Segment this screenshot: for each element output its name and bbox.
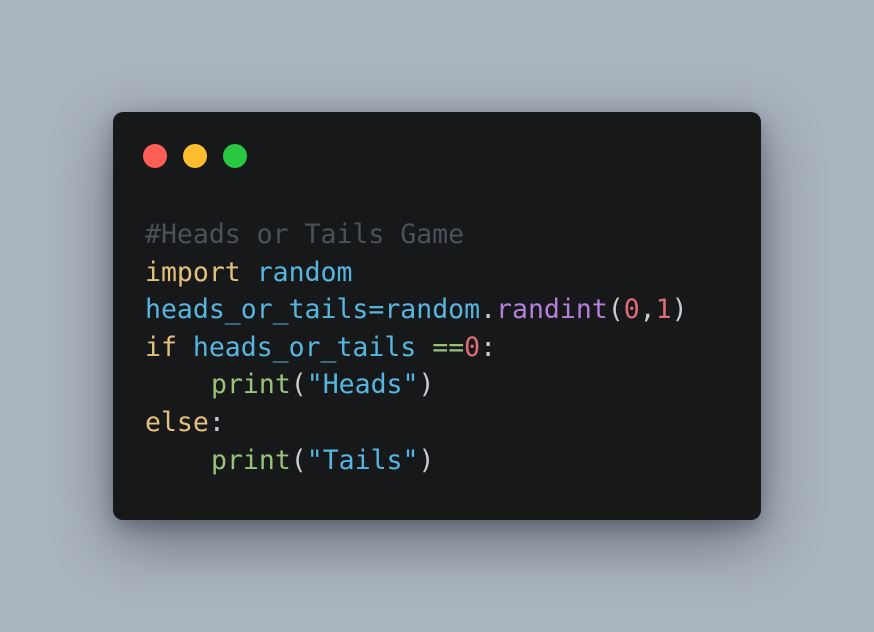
code-token-keyword: import bbox=[145, 256, 241, 288]
code-token-punctuation: ( bbox=[290, 444, 307, 476]
code-line: else: bbox=[145, 404, 688, 442]
code-token-punctuation: ) bbox=[418, 444, 435, 476]
code-token-punctuation: , bbox=[639, 294, 656, 326]
code-token-punctuation: ( bbox=[290, 369, 307, 401]
code-token-keyword: else bbox=[145, 406, 209, 438]
code-window: #Heads or Tails Game import random heads_o… bbox=[113, 112, 761, 520]
code-token-identifier: = bbox=[368, 294, 385, 326]
code-line: print("Heads") bbox=[145, 366, 688, 404]
code-token-number: 0 bbox=[464, 331, 481, 363]
code-token-identifier: random bbox=[384, 294, 481, 326]
code-token-punctuation bbox=[416, 332, 432, 363]
code-token-builtin: print bbox=[211, 369, 291, 401]
code-token-punctuation: : bbox=[480, 331, 497, 363]
window-controls bbox=[143, 144, 247, 168]
code-token-identifier: heads_or_tails bbox=[145, 294, 369, 326]
code-token-punctuation: . bbox=[480, 294, 497, 326]
code-token-builtin: print bbox=[211, 444, 291, 476]
code-token-comment: #Heads or Tails Game bbox=[145, 219, 465, 250]
code-line: print("Tails") bbox=[145, 442, 688, 480]
code-token-keyword: if bbox=[145, 331, 177, 363]
zoom-icon[interactable] bbox=[223, 144, 247, 168]
code-token-punctuation bbox=[241, 257, 257, 288]
code-line: import random bbox=[145, 254, 688, 292]
code-token-number: 1 bbox=[655, 294, 672, 326]
code-line: #Heads or Tails Game bbox=[145, 216, 688, 254]
code-token-identifier: heads_or_tails bbox=[192, 331, 417, 363]
code-token-function: randint bbox=[496, 294, 608, 326]
close-icon[interactable] bbox=[143, 144, 167, 168]
code-token-operator: == bbox=[432, 331, 465, 363]
code-line: heads_or_tails=random.randint(0,1) bbox=[145, 291, 688, 329]
code-token-punctuation: ( bbox=[607, 294, 624, 326]
code-token-number: 0 bbox=[623, 294, 640, 326]
code-token-punctuation: : bbox=[208, 406, 225, 438]
code-block: #Heads or Tails Game import random heads_o… bbox=[145, 216, 688, 479]
code-token-punctuation: ) bbox=[418, 369, 435, 401]
code-token-string: "Heads" bbox=[306, 369, 419, 401]
minimize-icon[interactable] bbox=[183, 144, 207, 168]
code-token-identifier: random bbox=[256, 256, 353, 288]
code-token-punctuation: ) bbox=[671, 294, 688, 326]
code-line: if heads_or_tails ==0: bbox=[145, 329, 688, 367]
code-token-string: "Tails" bbox=[306, 444, 419, 476]
code-token-punctuation bbox=[177, 332, 193, 363]
